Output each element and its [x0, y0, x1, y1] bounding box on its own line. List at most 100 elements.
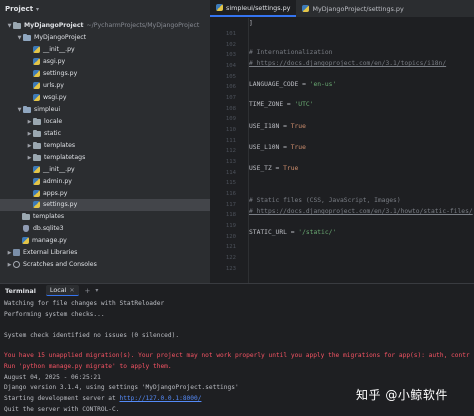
line-number: 102	[225, 42, 236, 48]
python-file-icon	[33, 166, 40, 174]
editor-tab-label: MyDjangoProject/settings.py	[312, 4, 404, 13]
tree-item-label: __init__.py	[43, 166, 75, 174]
terminal-tab-local[interactable]: Local ✕	[45, 285, 79, 296]
code-line: USE_TZ = True	[249, 165, 298, 172]
python-file-icon	[22, 237, 29, 245]
tree-item-file[interactable]: db.sqlite3	[0, 223, 210, 235]
terminal-tab-bar: Terminal Local ✕ + ▾	[0, 284, 474, 297]
tree-item-label: settings.py	[43, 70, 78, 78]
folder-icon	[23, 33, 31, 42]
tree-item-path-hint: ~/PycharmProjects/MyDjangoProject	[86, 22, 200, 30]
tree-item-file-selected[interactable]: settings.py	[0, 199, 210, 211]
tree-item-folder[interactable]: templates	[0, 211, 210, 223]
editor-tab-label: simpleui/settings.py	[226, 3, 291, 12]
tree-item-label: db.sqlite3	[33, 225, 64, 233]
python-file-icon	[33, 82, 40, 90]
tree-item-file[interactable]: apps.py	[0, 188, 210, 200]
terminal-tab-label: Local	[49, 286, 67, 294]
tree-item-scratches[interactable]: ▶ Scratches and Consoles	[0, 259, 210, 271]
line-number: 101	[225, 31, 236, 37]
code-string: '/static/'	[298, 229, 337, 236]
code-comment-link[interactable]: # https://docs.djangoproject.com/en/3.1/…	[249, 60, 446, 67]
line-number: 104	[225, 63, 236, 69]
code-keyword: True	[290, 144, 306, 151]
tree-item-file[interactable]: wsgi.py	[0, 92, 210, 104]
code-string: 'UTC'	[294, 101, 314, 108]
chevron-down-icon[interactable]: ▾	[95, 287, 98, 294]
code-line: TIME_ZONE = 'UTC'	[249, 101, 313, 108]
tree-item-file[interactable]: __init__.py	[0, 164, 210, 176]
line-number: 112	[225, 148, 236, 154]
python-file-icon	[33, 190, 40, 198]
tree-item-label: apps.py	[43, 190, 68, 198]
chevron-down-icon[interactable]: ▼	[16, 35, 23, 41]
terminal-warning-line: Run 'python manage.py migrate' to apply …	[4, 363, 172, 370]
python-file-icon	[302, 5, 310, 12]
folder-icon	[22, 212, 30, 221]
code-comment-link[interactable]: # https://docs.djangoproject.com/en/3.1/…	[249, 208, 473, 215]
line-number: 110	[225, 127, 236, 133]
tree-item-folder[interactable]: ▼ MyDjangoProject	[0, 32, 210, 44]
tree-item-label: MyDjangoProject	[34, 34, 87, 42]
editor-tab-simpleui-settings[interactable]: simpleui/settings.py	[210, 0, 297, 17]
python-file-icon	[216, 4, 223, 11]
code-token: USE_TZ =	[249, 165, 284, 172]
tree-item-folder[interactable]: ▶ templatetags	[0, 152, 210, 164]
tree-item-file[interactable]: admin.py	[0, 176, 210, 188]
tree-item-project-root[interactable]: ▼ MyDjangoProject ~/PycharmProjects/MyDj…	[0, 20, 210, 32]
tree-item-label: simpleui	[34, 106, 61, 114]
chevron-down-icon[interactable]: ▼	[16, 107, 23, 113]
code-token: USE_I18N =	[249, 123, 291, 130]
terminal-title: Terminal	[5, 286, 36, 295]
code-token: ]	[249, 20, 253, 27]
tree-item-file[interactable]: asgi.py	[0, 56, 210, 68]
close-icon[interactable]: ✕	[69, 287, 74, 294]
project-panel-header[interactable]: Project ▾	[0, 0, 210, 18]
chevron-down-icon[interactable]: ▾	[36, 6, 39, 13]
chevron-right-icon[interactable]: ▶	[26, 143, 33, 149]
terminal-output-line: Starting development server at http://12…	[4, 395, 201, 402]
code-keyword: True	[283, 165, 299, 172]
watermark: 知乎 @小鲸软件	[356, 388, 448, 402]
terminal-warning-line: You have 15 unapplied migration(s). Your…	[4, 352, 470, 359]
code-token: USE_L10N =	[249, 144, 291, 151]
tree-item-file[interactable]: settings.py	[0, 68, 210, 80]
chevron-right-icon[interactable]: ▶	[26, 131, 33, 137]
python-file-icon	[33, 70, 40, 78]
chevron-right-icon[interactable]: ▶	[6, 262, 13, 268]
chevron-right-icon[interactable]: ▶	[26, 119, 33, 125]
line-number: 123	[225, 266, 236, 272]
tree-item-label: admin.py	[43, 178, 72, 186]
code-line: USE_I18N = True	[249, 123, 306, 130]
tree-item-external-libraries[interactable]: ▶ External Libraries	[0, 247, 210, 259]
line-number: 109	[225, 116, 236, 122]
server-url-link[interactable]: http://127.0.0.1:8000/	[119, 395, 201, 402]
tree-item-folder[interactable]: ▶ static	[0, 128, 210, 140]
code-editor[interactable]: simpleui/settings.py MyDjangoProject/set…	[210, 0, 474, 283]
line-number: 120	[225, 234, 236, 240]
python-file-icon	[33, 94, 40, 102]
terminal-output-line: Performing system checks...	[4, 311, 105, 318]
chevron-right-icon[interactable]: ▶	[6, 250, 13, 256]
add-icon[interactable]: +	[85, 287, 91, 295]
tree-item-label: templates	[44, 142, 76, 150]
chevron-right-icon[interactable]: ▶	[26, 155, 33, 161]
tree-item-file[interactable]: __init__.py	[0, 44, 210, 56]
scratches-icon	[13, 261, 20, 269]
editor-tab-project-settings[interactable]: MyDjangoProject/settings.py	[296, 0, 409, 17]
folder-icon	[33, 129, 41, 138]
terminal-text: Starting development server at	[4, 395, 120, 402]
tree-item-file[interactable]: urls.py	[0, 80, 210, 92]
terminal-output-line: Quit the server with CONTROL-C.	[4, 406, 120, 413]
chevron-down-icon[interactable]: ▼	[6, 23, 13, 29]
line-number: 111	[225, 138, 236, 144]
tree-item-file[interactable]: manage.py	[0, 235, 210, 247]
tree-item-label: __init__.py	[43, 46, 75, 54]
tree-item-folder[interactable]: ▶ locale	[0, 116, 210, 128]
code-token: STATIC_URL =	[249, 229, 299, 236]
tree-item-folder[interactable]: ▶ templates	[0, 140, 210, 152]
tree-item-label: wsgi.py	[43, 94, 67, 102]
tree-item-label: urls.py	[43, 82, 64, 90]
tree-item-label: asgi.py	[43, 58, 66, 66]
tree-item-folder[interactable]: ▼ simpleui	[0, 104, 210, 116]
